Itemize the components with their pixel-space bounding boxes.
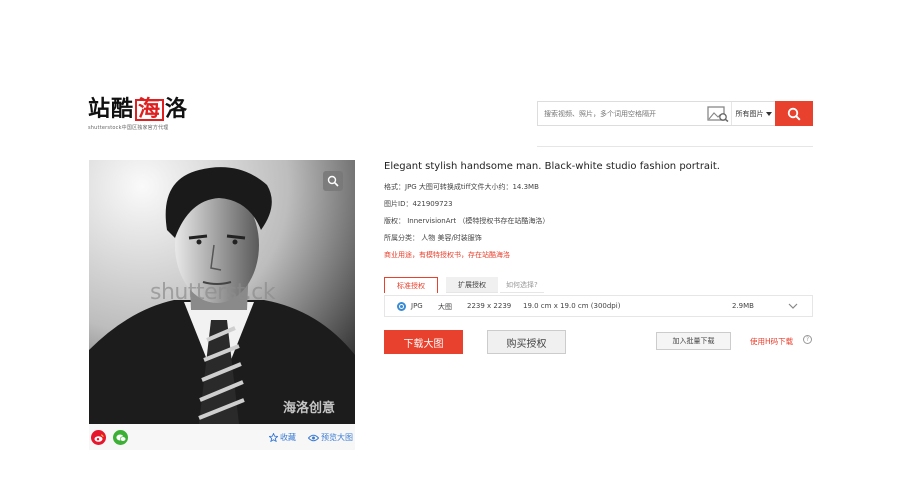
wechat-share-icon[interactable] — [113, 430, 128, 445]
license-radio[interactable] — [397, 302, 406, 311]
category-info: 所属分类： 人物 美容/时装服饰 — [384, 234, 482, 242]
license-pixels: 2239 x 2239 — [467, 302, 512, 310]
weibo-share-icon[interactable] — [91, 430, 106, 445]
tab-extended-license[interactable]: 扩展授权 — [446, 277, 498, 293]
logo-subtitle: shutterstock中国区独家官方代理 — [88, 125, 169, 131]
image-title: Elegant stylish handsome man. Black-whit… — [384, 161, 720, 172]
zoom-icon — [327, 175, 339, 187]
download-button[interactable]: 下载大图 — [384, 330, 463, 354]
page: 站酷海洛 shutterstock中国区独家官方代理 所有图片 — [0, 0, 900, 492]
format-info: 格式：JPG 大图可转换成tiff文件大小约：14.3MB — [384, 183, 539, 191]
buy-license-button[interactable]: 购买授权 — [487, 330, 566, 354]
star-icon — [269, 433, 278, 442]
license-option-row[interactable]: JPG 大图 2239 x 2239 19.0 cm x 19.0 cm (30… — [384, 295, 813, 317]
copyright-info: 版权： InnervisionArt （模特授权书存在站酷海洛） — [384, 217, 550, 225]
image-action-bar: 收藏 预览大图 — [89, 424, 355, 450]
logo-wordmark: 站酷海洛 — [88, 97, 189, 122]
filter-label: 所有图片 — [735, 109, 764, 118]
divider — [537, 146, 813, 147]
favorite-label: 收藏 — [280, 433, 296, 442]
zoom-button[interactable] — [323, 171, 343, 191]
license-tabs: 标准授权 扩展授权 如何选择? — [384, 277, 544, 293]
batch-download-button[interactable]: 加入批量下载 — [656, 332, 731, 350]
preview-label: 预览大图 — [321, 433, 353, 442]
search-input[interactable] — [538, 102, 705, 125]
help-icon[interactable]: ? — [803, 335, 812, 344]
image-id: 图片ID：421909723 — [384, 200, 453, 208]
search-button[interactable] — [775, 101, 813, 126]
chevron-down-icon[interactable] — [788, 303, 798, 309]
h-code-download-link[interactable]: 使用H码下载 — [750, 336, 793, 347]
license-format: JPG — [411, 302, 423, 310]
watermark-shutterstock: shutterst.ck — [150, 280, 276, 305]
license-print-size: 19.0 cm x 19.0 cm (300dpi) — [523, 302, 621, 310]
search-bar: 所有图片 — [537, 101, 813, 126]
watermark-hellorf: 海洛创意 — [283, 401, 336, 416]
license-file-size: 2.9MB — [732, 302, 754, 310]
favorite-button[interactable]: 收藏 — [269, 432, 296, 443]
search-filter-dropdown[interactable]: 所有图片 — [731, 102, 775, 125]
image-search-icon[interactable] — [705, 102, 731, 125]
search-icon — [787, 107, 801, 121]
preview-button[interactable]: 预览大图 — [308, 432, 353, 443]
tab-standard-license[interactable]: 标准授权 — [384, 277, 438, 293]
eye-icon — [308, 434, 319, 441]
site-logo[interactable]: 站酷海洛 shutterstock中国区独家官方代理 — [88, 98, 198, 134]
how-to-choose-link[interactable]: 如何选择? — [500, 277, 544, 293]
chevron-down-icon — [765, 111, 772, 116]
commercial-note: 商业用途，有模特授权书，存在站酷海洛 — [384, 251, 510, 259]
license-size-name: 大图 — [438, 303, 452, 311]
